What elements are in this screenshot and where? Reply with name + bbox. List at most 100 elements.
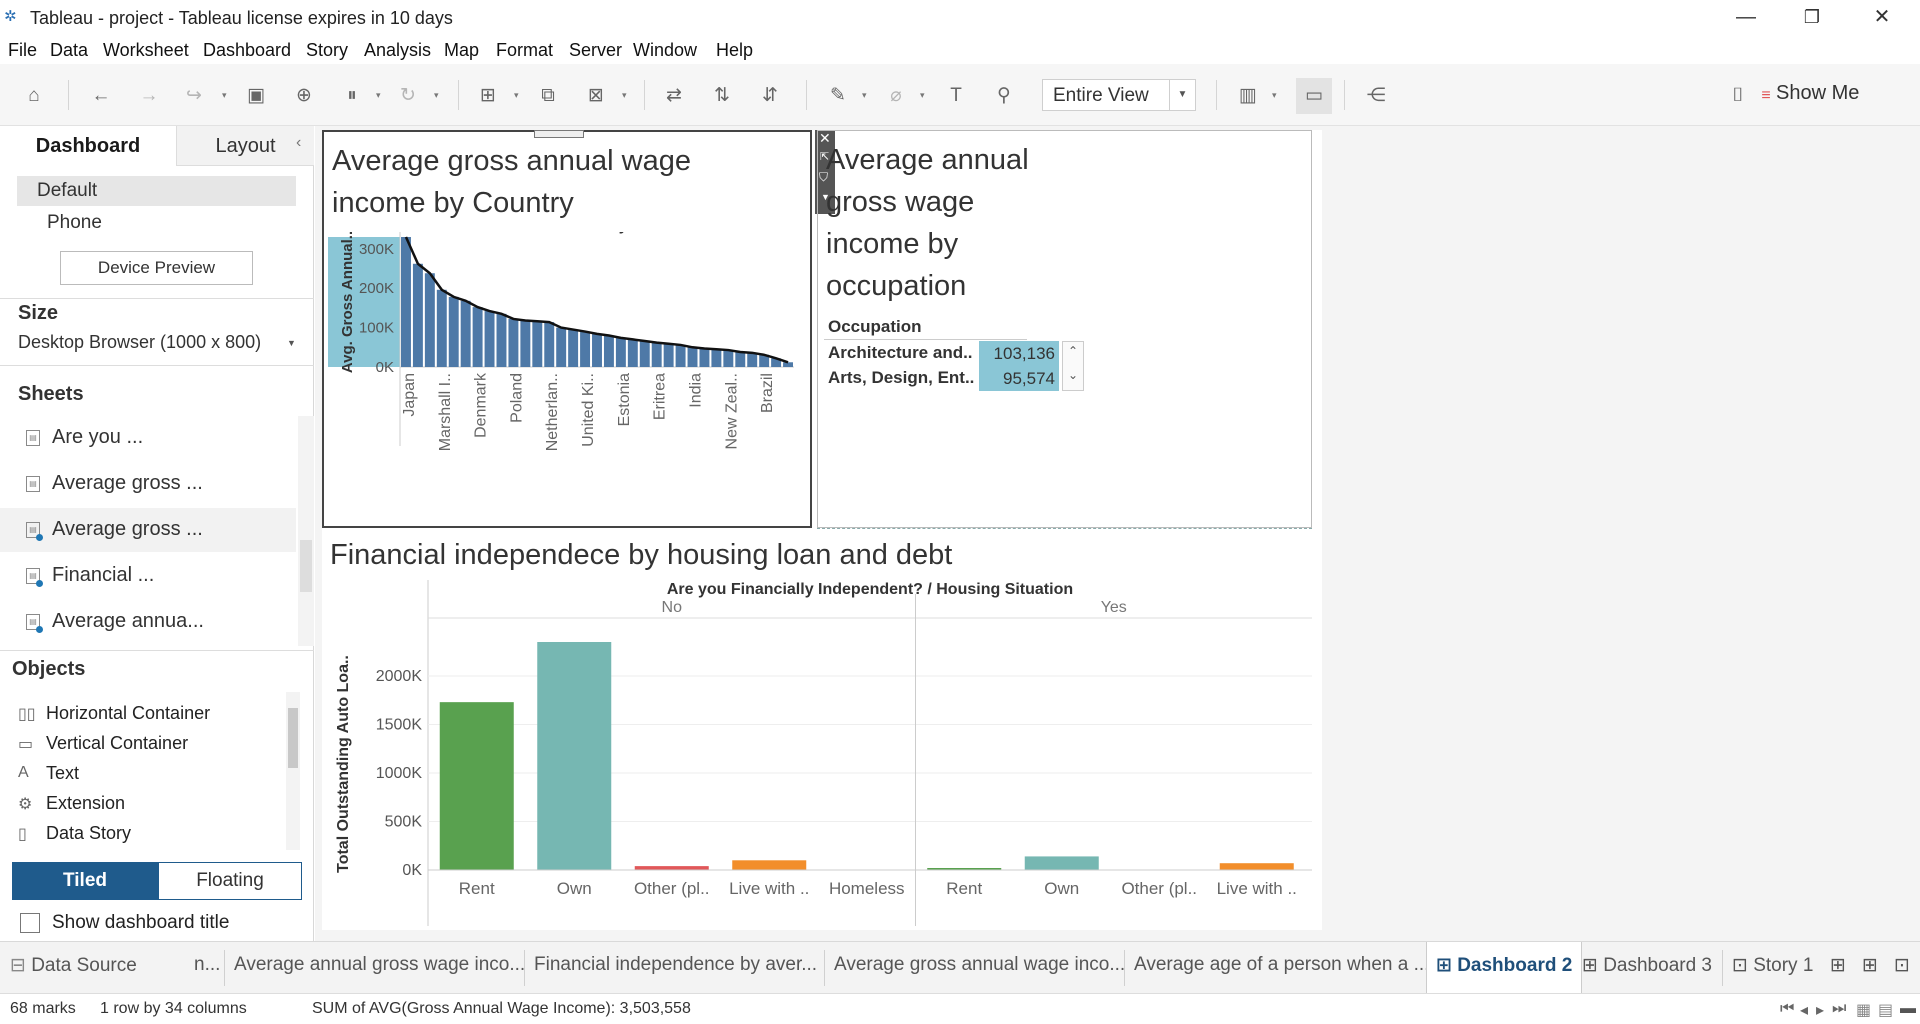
new-dashboard-tab-icon[interactable]: ⊞ [1862,954,1878,977]
object-horizontal-container[interactable]: ▯▯ Horizontal Container [18,700,278,728]
home-icon[interactable]: ⌂ [22,84,46,108]
menu-window[interactable]: Window [633,40,697,61]
menu-data[interactable]: Data [50,40,88,61]
x-tick-label: New Zeal.. [723,373,740,449]
tab-sheet[interactable]: Average age of a person when a ... [1134,954,1429,976]
new-worksheet-tab-icon[interactable]: ⊞ [1830,954,1846,977]
prev-page-icon[interactable]: ◂ [1800,1000,1808,1020]
pause-updates-icon[interactable]: ⏸ [340,84,364,108]
device-phone[interactable]: Phone [47,212,102,234]
table-row[interactable]: Arts, Design, Ent.. 95,574 [824,366,1059,391]
object-extension[interactable]: ⚙ Extension [18,790,278,818]
dashboard-icon: ⊞ [1436,955,1458,976]
floating-button[interactable]: Floating [158,862,302,900]
duplicate-icon[interactable]: ⧉ [536,84,560,108]
menu-analysis[interactable]: Analysis [364,40,431,61]
last-page-icon[interactable]: ⏭ [1832,1000,1846,1018]
scroll-up-icon[interactable]: ⌃ [1068,344,1078,358]
objects-scrollbar[interactable] [286,692,300,850]
group-icon[interactable]: ⌀ [884,84,908,108]
show-cards-icon[interactable]: ▥ [1236,84,1260,108]
restore-button[interactable]: ❐ [1782,2,1842,32]
menu-worksheet[interactable]: Worksheet [103,40,189,61]
country-bar [448,296,459,367]
object-data-story[interactable]: ▯ Data Story [18,820,278,848]
tab-sheet[interactable]: n... [194,954,220,976]
sheet-item[interactable]: ▤ Are you ... [0,416,296,460]
list-view-icon[interactable]: ▤ [1878,1000,1893,1020]
presentation-mode-icon[interactable]: ▭ [1296,78,1332,114]
country-bar [520,320,531,367]
film-view-icon[interactable]: ▬ [1900,1000,1916,1018]
table-scrollbar[interactable]: ⌃ ⌄ [1062,341,1084,391]
next-page-icon[interactable]: ▸ [1816,1000,1824,1020]
show-title-checkbox[interactable] [20,913,40,933]
swap-icon[interactable]: ⇄ [662,84,686,108]
country-chart-title: Average gross annual wage income by Coun… [332,145,691,219]
tab-dashboard-2[interactable]: ⊞ Dashboard 2 [1436,954,1572,977]
new-story-tab-icon[interactable]: ⊡ [1894,954,1910,977]
financial-bar-chart[interactable]: Total Outstanding Auto Loa.. Are you Fina… [322,580,1322,926]
sheet-item[interactable]: ▤ Financial ... [0,554,296,598]
menu-map[interactable]: Map [444,40,479,61]
share-icon[interactable]: ⋲ [1364,84,1388,108]
tab-dashboard-3[interactable]: ⊞ Dashboard 3 [1582,954,1712,977]
country-worksheet[interactable]: Average gross annual wage income by Coun… [322,130,812,528]
sheet-item[interactable]: ▤ Average gross ... [0,462,296,506]
menu-help[interactable]: Help [716,40,753,61]
occupation-worksheet[interactable]: Average annual gross wage income by occu… [817,130,1312,528]
y-tick-label: 2000K [376,668,423,685]
close-window-button[interactable]: ✕ [1852,2,1912,32]
undo-icon[interactable]: ← [89,84,113,108]
scroll-down-icon[interactable]: ⌄ [1068,368,1078,382]
refresh-icon[interactable]: ↻ [396,84,420,108]
highlight-icon[interactable]: ✎ [826,84,850,108]
new-worksheet-icon[interactable]: ⊞ [476,84,500,108]
sheets-scrollbar[interactable] [298,416,314,646]
menu-dashboard[interactable]: Dashboard [203,40,291,61]
fit-dropdown[interactable]: Entire View ▼ [1042,79,1196,111]
tab-data-source[interactable]: ⊟ Data Source [10,954,137,977]
device-default[interactable]: Default [17,176,296,206]
dashboard-pane: Dashboard Layout ‹ Default Phone Device … [0,126,314,941]
clear-sheet-icon[interactable]: ⊠ [584,84,608,108]
object-vertical-container[interactable]: ▭ Vertical Container [18,730,278,758]
country-bar-chart[interactable]: Country Avg. Gross Annual.. 0K 100K 200K 300K… [324,232,812,528]
tab-sheet[interactable]: Average gross annual wage inco... [834,954,1125,976]
menu-format[interactable]: Format [496,40,553,61]
pin-icon[interactable]: ⚲ [992,84,1016,108]
collapse-pane-icon[interactable]: ‹ [296,134,301,152]
minimize-button[interactable]: — [1716,2,1776,32]
object-text[interactable]: A Text [18,760,278,788]
financial-worksheet[interactable]: Financial independece by housing loan an… [322,530,1322,930]
tab-story-1[interactable]: ⊡ Story 1 [1732,954,1813,977]
menu-server[interactable]: Server [569,40,622,61]
tab-sheet[interactable]: Financial independence by aver... [534,954,817,976]
y-axis-label: Total Outstanding Auto Loa.. [335,655,352,873]
size-dropdown[interactable]: Desktop Browser (1000 x 800) [18,332,261,353]
vertical-container-icon: ▭ [18,736,34,753]
tab-sheet[interactable]: Average annual gross wage inco... [234,954,525,976]
tiled-button[interactable]: Tiled [12,862,158,900]
format-painter-icon[interactable]: ⌷ [1726,84,1750,108]
sort-descending-icon[interactable]: ⇵ [758,84,782,108]
worksheet-icon: ▤ [26,430,40,446]
save-icon[interactable]: ▣ [244,84,268,108]
sort-ascending-icon[interactable]: ⇅ [710,84,734,108]
show-me-button[interactable]: Show Me [1776,82,1859,105]
sheet-item[interactable]: ▤ Average annua... [0,600,296,644]
labels-icon[interactable]: T [944,84,968,108]
tab-layout[interactable]: Layout [176,126,314,166]
tab-dashboard[interactable]: Dashboard [0,126,176,166]
grid-view-icon[interactable]: ▦ [1856,1000,1871,1020]
drag-handle[interactable] [534,130,584,138]
device-preview-button[interactable]: Device Preview [60,251,253,285]
menu-story[interactable]: Story [306,40,348,61]
first-page-icon[interactable]: ⏮ [1780,1000,1794,1018]
sheet-item[interactable]: ▤ Average gross ... [0,508,296,552]
table-row[interactable]: Architecture and.. 103,136 [824,341,1059,366]
new-data-source-icon[interactable]: ⊕ [292,84,316,108]
replay-icon[interactable]: ↪ [182,84,206,108]
redo-icon[interactable]: → [137,84,161,108]
menu-file[interactable]: File [8,40,37,61]
